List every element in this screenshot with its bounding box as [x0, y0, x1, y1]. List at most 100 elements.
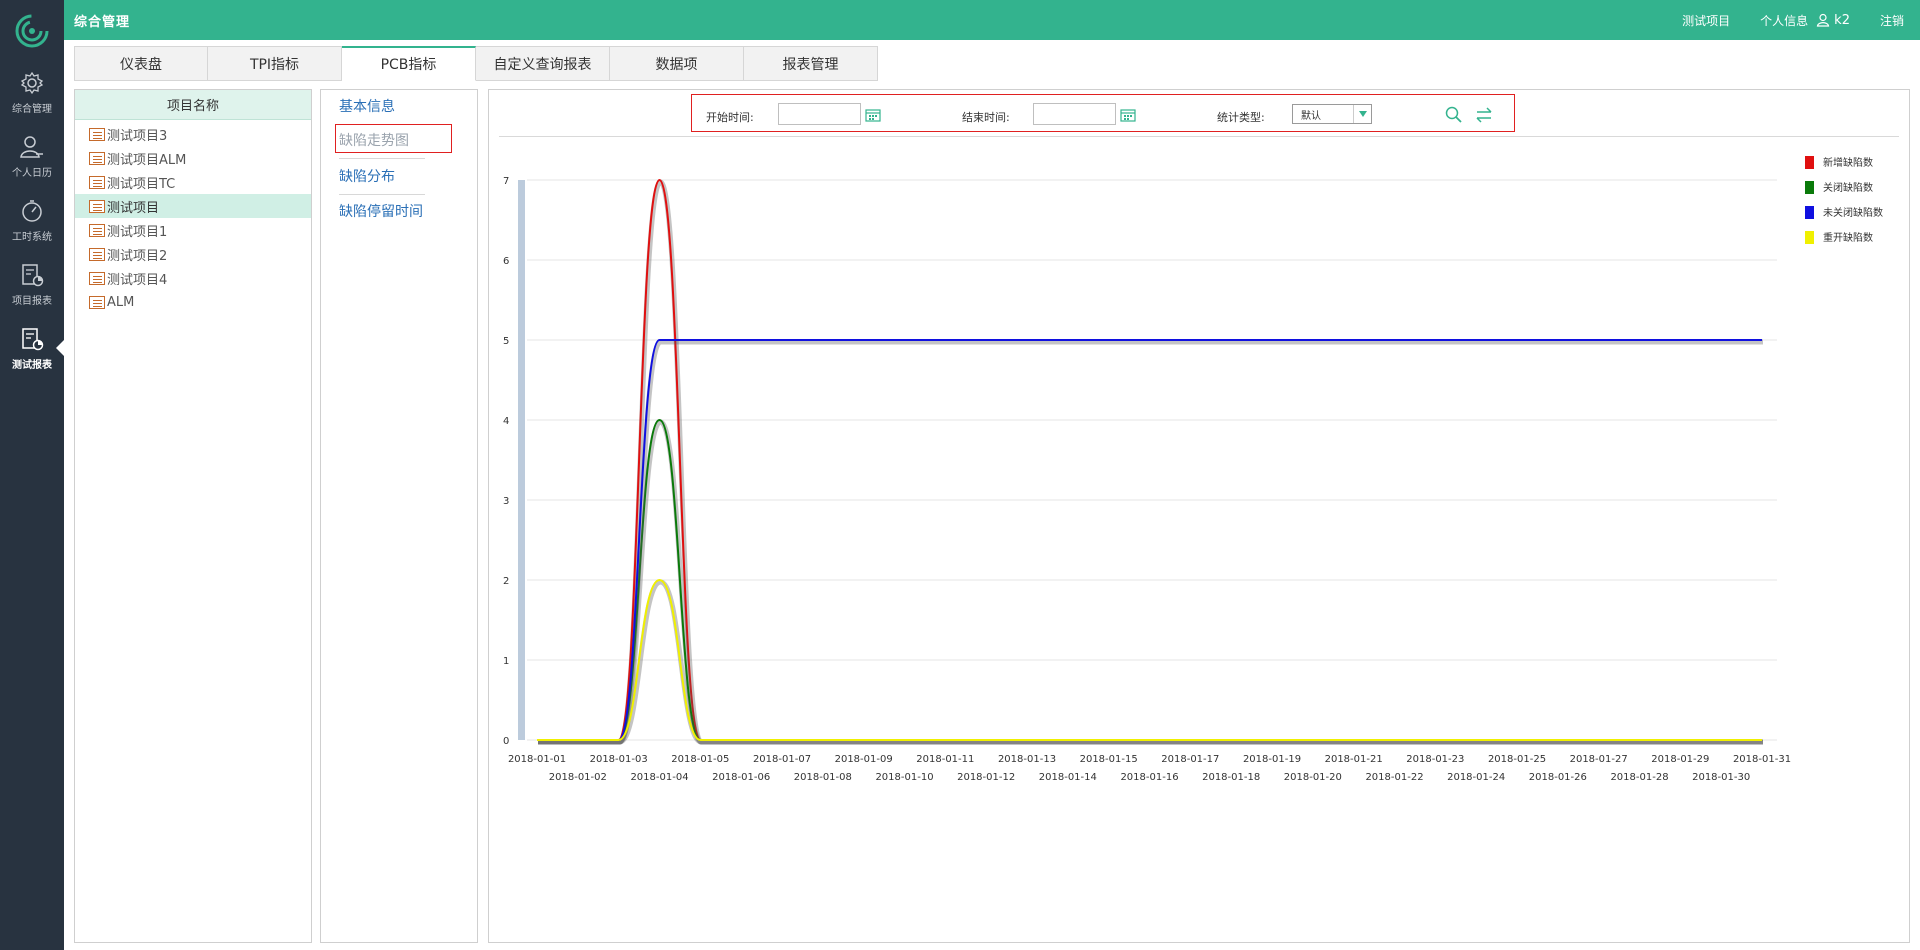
x-tick-label: 2018-01-28: [1610, 772, 1668, 783]
x-tick-label: 2018-01-06: [712, 772, 770, 783]
legend-label: 关闭缺陷数: [1823, 181, 1873, 194]
chart-panel: 开始时间: 结束时间: 统计类型: 默认 0 1 2 3 4 5 6 7 201…: [488, 89, 1910, 943]
list-icon: [89, 271, 105, 285]
project-item-label: ALM: [107, 294, 135, 310]
x-tick-label: 2018-01-26: [1529, 772, 1587, 783]
x-tick-label: 2018-01-13: [998, 754, 1056, 765]
project-item[interactable]: 测试项目2: [75, 242, 311, 266]
tab-pcb[interactable]: PCB指标: [342, 46, 476, 81]
nav-item-general[interactable]: 综合管理: [0, 62, 64, 122]
chart-grid: [527, 179, 1777, 741]
x-tick-label: 2018-01-02: [549, 772, 607, 783]
x-tick-label: 2018-01-05: [671, 754, 729, 765]
swirl-logo-icon: [15, 14, 49, 48]
y-axis-band: [518, 180, 525, 740]
legend-swatch: [1805, 156, 1814, 169]
series-shadow: [537, 579, 1763, 745]
active-pointer: [56, 340, 64, 356]
project-item-label: 测试项目3: [107, 128, 168, 144]
nav-label-worktime: 工时系统: [12, 231, 52, 243]
user-avatar[interactable]: k2: [1816, 13, 1850, 28]
project-item-selected[interactable]: 测试项目: [75, 194, 311, 218]
tab-custom-query[interactable]: 自定义查询报表: [476, 46, 610, 81]
project-list-header: 项目名称: [75, 90, 311, 120]
nav-item-worktime[interactable]: 工时系统: [0, 190, 64, 250]
nav-item-project-report[interactable]: 项目报表: [0, 254, 64, 314]
submenu-divider: [339, 194, 425, 195]
series-line: [536, 178, 1762, 741]
project-item[interactable]: 测试项目4: [75, 266, 311, 290]
list-icon: [89, 247, 105, 261]
gear-icon: [20, 71, 44, 94]
x-tick-label: 2018-01-24: [1447, 772, 1505, 783]
tab-dashboard[interactable]: 仪表盘: [74, 46, 208, 81]
app-title: 综合管理: [74, 14, 131, 30]
x-tick-label: 2018-01-14: [1039, 772, 1097, 783]
series-shadow: [537, 419, 1763, 745]
logout-link[interactable]: 注销: [1880, 12, 1904, 29]
nav-item-test-report[interactable]: 测试报表: [0, 318, 64, 378]
project-item[interactable]: 测试项目TC: [75, 170, 311, 194]
profile-link[interactable]: 个人信息: [1760, 12, 1808, 29]
project-item[interactable]: 测试项目ALM: [75, 146, 311, 170]
legend-swatch: [1805, 181, 1814, 194]
project-item-label: 测试项目TC: [107, 176, 176, 192]
x-tick-label: 2018-01-11: [916, 754, 974, 765]
x-tick-label: 2018-01-23: [1406, 754, 1464, 765]
x-tick-label: 2018-01-12: [957, 772, 1015, 783]
legend-swatch: [1805, 231, 1814, 244]
x-tick-label: 2018-01-03: [590, 754, 648, 765]
series-line: [536, 339, 1762, 741]
project-item[interactable]: 测试项目3: [75, 122, 311, 146]
y-tick-label: 6: [503, 256, 509, 267]
y-tick-label: 1: [503, 656, 509, 667]
list-icon: [89, 175, 105, 189]
x-tick-label: 2018-01-29: [1651, 754, 1709, 765]
list-icon: [89, 223, 105, 237]
list-icon: [89, 151, 105, 165]
tab-tpi[interactable]: TPI指标: [208, 46, 342, 81]
chart-series: [536, 178, 1763, 745]
nav-item-calendar[interactable]: 个人日历: [0, 126, 64, 186]
x-tick-label: 2018-01-10: [875, 772, 933, 783]
x-tick-label: 2018-01-19: [1243, 754, 1301, 765]
x-tick-label: 2018-01-31: [1733, 754, 1791, 765]
project-item-label: 测试项目: [107, 200, 160, 216]
tab-report-management[interactable]: 报表管理: [744, 46, 878, 81]
left-nav: 综合管理 个人日历 工时系统 项目报表 测试报表: [0, 0, 64, 950]
legend-label: 未关闭缺陷数: [1823, 206, 1883, 219]
list-icon: [89, 295, 105, 309]
nav-label-test-report: 测试报表: [12, 359, 52, 371]
x-tick-label: 2018-01-21: [1325, 754, 1383, 765]
submenu-defect-distribution[interactable]: 缺陷分布: [339, 166, 395, 186]
chart-axes: 0 1 2 3 4 5 6 7 2018-01-01 2018-01-02 2018-01-03 20…: [503, 176, 1791, 783]
project-item[interactable]: ALM: [75, 290, 311, 314]
x-tick-label: 2018-01-07: [753, 754, 811, 765]
list-icon: [89, 199, 105, 213]
y-tick-label: 2: [503, 576, 509, 587]
x-tick-label: 2018-01-04: [630, 772, 688, 783]
nav-label-general: 综合管理: [12, 103, 52, 115]
test-report-icon: [22, 327, 44, 350]
x-tick-label: 2018-01-20: [1284, 772, 1342, 783]
x-tick-label: 2018-01-25: [1488, 754, 1546, 765]
app-logo[interactable]: [0, 0, 64, 62]
tab-data-items[interactable]: 数据项: [610, 46, 744, 81]
current-project-link[interactable]: 测试项目: [1682, 12, 1730, 29]
user-icon: [1817, 13, 1830, 27]
x-tick-label: 2018-01-18: [1202, 772, 1260, 783]
project-list-panel: 项目名称 测试项目3 测试项目ALM 测试项目TC 测试项目 测试项目1 测试项…: [74, 89, 312, 943]
submenu-defect-dwell-time[interactable]: 缺陷停留时间: [339, 201, 423, 221]
user-icon: [20, 135, 43, 158]
x-tick-label: 2018-01-08: [794, 772, 852, 783]
x-tick-label: 2018-01-22: [1365, 772, 1423, 783]
legend-swatch: [1805, 206, 1814, 219]
chart-legend: 新增缺陷数关闭缺陷数未关闭缺陷数重开缺陷数: [1805, 156, 1883, 244]
report-chart-icon: [22, 263, 44, 286]
project-item-label: 测试项目ALM: [107, 152, 187, 168]
y-tick-label: 7: [503, 176, 509, 187]
submenu-defect-trend[interactable]: 缺陷走势图: [339, 130, 409, 150]
project-item[interactable]: 测试项目1: [75, 218, 311, 242]
submenu-basic-info[interactable]: 基本信息: [339, 96, 395, 116]
series-shadow: [537, 179, 1763, 745]
